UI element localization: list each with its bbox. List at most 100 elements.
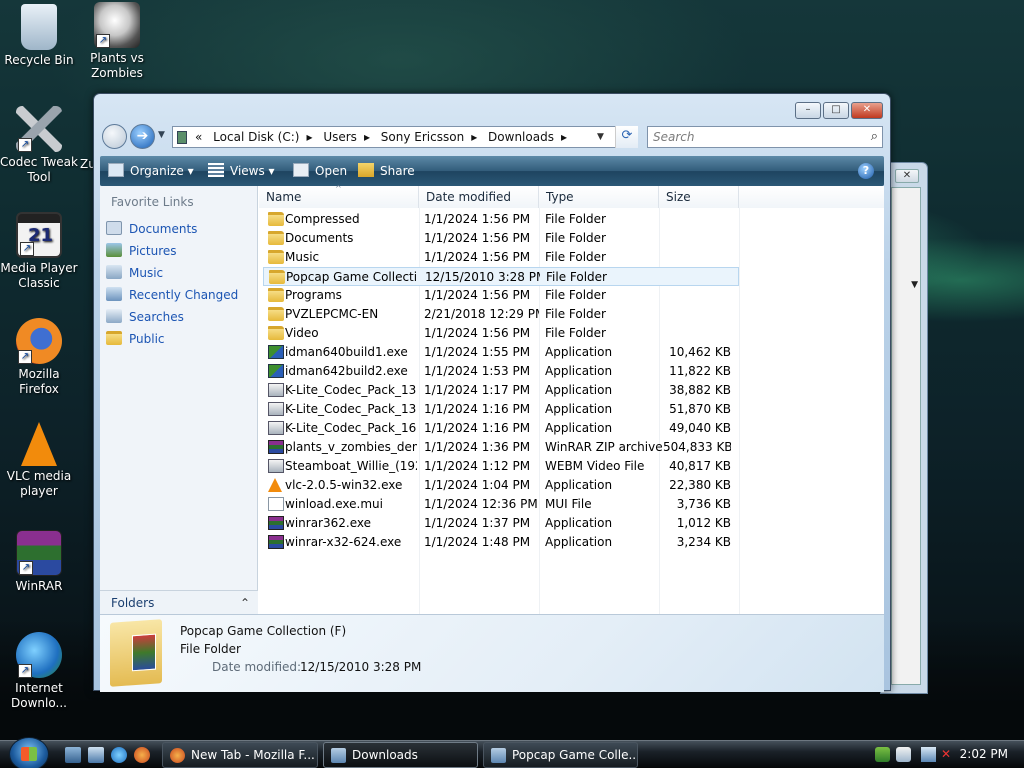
folders-toggle[interactable]: Folders ⌃ (100, 590, 258, 614)
file-name: K-Lite_Codec_Pack_13... (285, 402, 417, 416)
nav-link-searches[interactable]: Searches (106, 307, 184, 327)
vlc-cone-icon (268, 478, 282, 492)
file-row[interactable]: winload.exe.mui 1/1/2024 12:36 PM MUI File… (263, 495, 739, 514)
file-row[interactable]: Compressed 1/1/2024 1:56 PM File Folder (263, 210, 739, 229)
file-size: 3,736 KB (676, 497, 731, 511)
file-row[interactable]: idman642build2.exe 1/1/2024 1:53 PM Applic… (263, 362, 739, 381)
address-dropdown-icon[interactable]: ▼ (597, 127, 604, 147)
desktop-icon-recycle-bin[interactable]: Recycle Bin (0, 4, 78, 68)
views-button[interactable]: Views ▾ (208, 156, 275, 186)
internet-download-manager-icon: ↗ (16, 632, 62, 678)
breadcrumb-separator[interactable]: ▸ (306, 130, 312, 144)
file-row[interactable]: vlc-2.0.5-win32.exe 1/1/2024 1:04 PM Appli… (263, 476, 739, 495)
search-icon[interactable]: ⌕ (871, 127, 878, 147)
taskbar: New Tab - Mozilla F... Downloads Popcap … (0, 737, 1024, 768)
breadcrumb-separator[interactable]: ▸ (471, 130, 477, 144)
file-row[interactable]: K-Lite_Codec_Pack_13... 1/1/2024 1:17 PM A… (263, 381, 739, 400)
clock[interactable]: 2:02 PM (960, 741, 1008, 768)
folder-icon (268, 307, 284, 321)
desktop-icon-winrar[interactable]: ↗ WinRAR (0, 530, 78, 594)
desktop-icon-plants-vs-zombies[interactable]: ↗ Plants vs Zombies (78, 2, 156, 81)
desktop-icon-vlc[interactable]: VLC media player (0, 422, 78, 499)
breadcrumb-sony-ericsson[interactable]: Sony Ericsson (381, 130, 464, 144)
breadcrumb-users[interactable]: Users (323, 130, 357, 144)
nav-link-pictures[interactable]: Pictures (106, 241, 177, 261)
open-label: Open (315, 164, 348, 178)
file-row[interactable]: K-Lite_Codec_Pack_13... 1/1/2024 1:16 PM A… (263, 400, 739, 419)
column-header-date-modified[interactable]: Date modified (419, 186, 539, 208)
help-icon[interactable]: ? (858, 163, 874, 179)
folder-preview-icon (110, 619, 162, 687)
file-size: 22,380 KB (669, 478, 731, 492)
search-input[interactable]: Search ⌕ (647, 126, 883, 148)
file-row[interactable]: winrar362.exe 1/1/2024 1:37 PM Application… (263, 514, 739, 533)
desktop-icon-media-player-classic[interactable]: 21 ↗ Media Player Classic (0, 212, 78, 291)
recent-pages-chevron-icon[interactable]: ▼ (158, 130, 165, 140)
column-header-label: Date modified (426, 190, 512, 204)
organize-button[interactable]: Organize ▾ (108, 156, 194, 186)
file-row[interactable]: PVZLEPCMC-EN 2/21/2018 12:29 PM File Folde… (263, 305, 739, 324)
maximize-button[interactable]: □ (823, 102, 849, 119)
column-header-size[interactable]: Size (659, 186, 739, 208)
minimize-button[interactable]: – (795, 102, 821, 119)
desktop-icon-internet-download-manager[interactable]: ↗ Internet Downlo... (0, 632, 78, 711)
desktop-icon-label: player (20, 484, 58, 498)
safely-remove-tray-icon[interactable] (896, 747, 911, 762)
file-row[interactable]: Programs 1/1/2024 1:56 PM File Folder (263, 286, 739, 305)
file-row[interactable]: winrar-x32-624.exe 1/1/2024 1:48 PM Applic… (263, 533, 739, 552)
address-bar[interactable]: « Local Disk (C:) ▸ Users ▸ Sony Ericsson ▸… (172, 126, 638, 148)
breadcrumb-downloads[interactable]: Downloads (488, 130, 554, 144)
taskbar-item-popcap[interactable]: Popcap Game Colle... (483, 742, 638, 768)
breadcrumb-separator[interactable]: ▸ (364, 130, 370, 144)
show-desktop-icon[interactable] (65, 747, 81, 763)
dropdown-arrow-icon[interactable]: ▼ (911, 280, 918, 290)
file-row[interactable]: idman640build1.exe 1/1/2024 1:55 PM Applic… (263, 343, 739, 362)
nav-link-music[interactable]: Music (106, 263, 163, 283)
display-tray-icon[interactable] (921, 747, 936, 762)
file-type: Application (545, 402, 613, 416)
nav-link-label: Music (129, 266, 164, 280)
file-type: Application (545, 345, 613, 359)
close-icon[interactable]: ✕ (895, 169, 919, 183)
nav-link-label: Documents (129, 222, 198, 236)
nav-link-recently-changed[interactable]: Recently Changed (106, 285, 238, 305)
share-button[interactable]: Share (358, 156, 415, 186)
file-row[interactable]: Steamboat_Willie_(192... 1/1/2024 1:12 PM… (263, 457, 739, 476)
column-header-name[interactable]: Name ^ (259, 184, 419, 208)
file-name: Video (285, 326, 319, 340)
file-name: Popcap Game Collecti... (286, 270, 418, 284)
switch-windows-icon[interactable] (88, 747, 104, 763)
nav-link-documents[interactable]: Documents (106, 219, 197, 239)
file-size: 1,012 KB (676, 516, 731, 530)
firefox-quicklaunch-icon[interactable] (134, 747, 150, 763)
start-button[interactable] (9, 737, 49, 768)
nav-link-public[interactable]: Public (106, 329, 165, 349)
file-row[interactable]: Music 1/1/2024 1:56 PM File Folder (263, 248, 739, 267)
desktop-icon-mozilla-firefox[interactable]: ↗ Mozilla Firefox (0, 318, 78, 397)
breadcrumb-overflow[interactable]: « (195, 130, 202, 144)
file-date-modified: 1/1/2024 1:16 PM (424, 402, 531, 416)
taskbar-item-firefox[interactable]: New Tab - Mozilla F... (162, 742, 318, 768)
file-row[interactable]: Documents 1/1/2024 1:56 PM File Folder (263, 229, 739, 248)
column-header-type[interactable]: Type (539, 186, 659, 208)
file-row[interactable]: Popcap Game Collecti... 12/15/2010 3:28 P… (263, 267, 739, 286)
file-type: File Folder (545, 288, 606, 302)
close-button[interactable]: ✕ (851, 102, 883, 119)
file-type: Application (545, 516, 613, 530)
forward-button[interactable]: ➔ (130, 124, 155, 149)
desktop-icon-codec-tweak-tool[interactable]: ↗ Codec Tweak Tool (0, 106, 78, 185)
breadcrumb-local-disk[interactable]: Local Disk (C:) (213, 130, 299, 144)
network-tray-icon[interactable] (875, 747, 890, 762)
back-button[interactable] (102, 124, 127, 149)
refresh-button[interactable]: ⟳ (615, 126, 638, 148)
file-row[interactable]: plants_v_zombies_dem... 1/1/2024 1:36 PM W… (263, 438, 739, 457)
breadcrumb-separator[interactable]: ▸ (561, 130, 567, 144)
file-row[interactable]: K-Lite_Codec_Pack_16... 1/1/2024 1:16 PM A… (263, 419, 739, 438)
file-type: MUI File (545, 497, 592, 511)
volume-muted-icon[interactable]: ✕ (941, 747, 956, 762)
navigation-pane: Favorite Links Documents Pictures Music … (100, 186, 258, 614)
taskbar-item-downloads[interactable]: Downloads (323, 742, 478, 768)
file-row[interactable]: Video 1/1/2024 1:56 PM File Folder (263, 324, 739, 343)
recently-changed-icon (106, 287, 122, 301)
internet-explorer-icon[interactable] (111, 747, 127, 763)
